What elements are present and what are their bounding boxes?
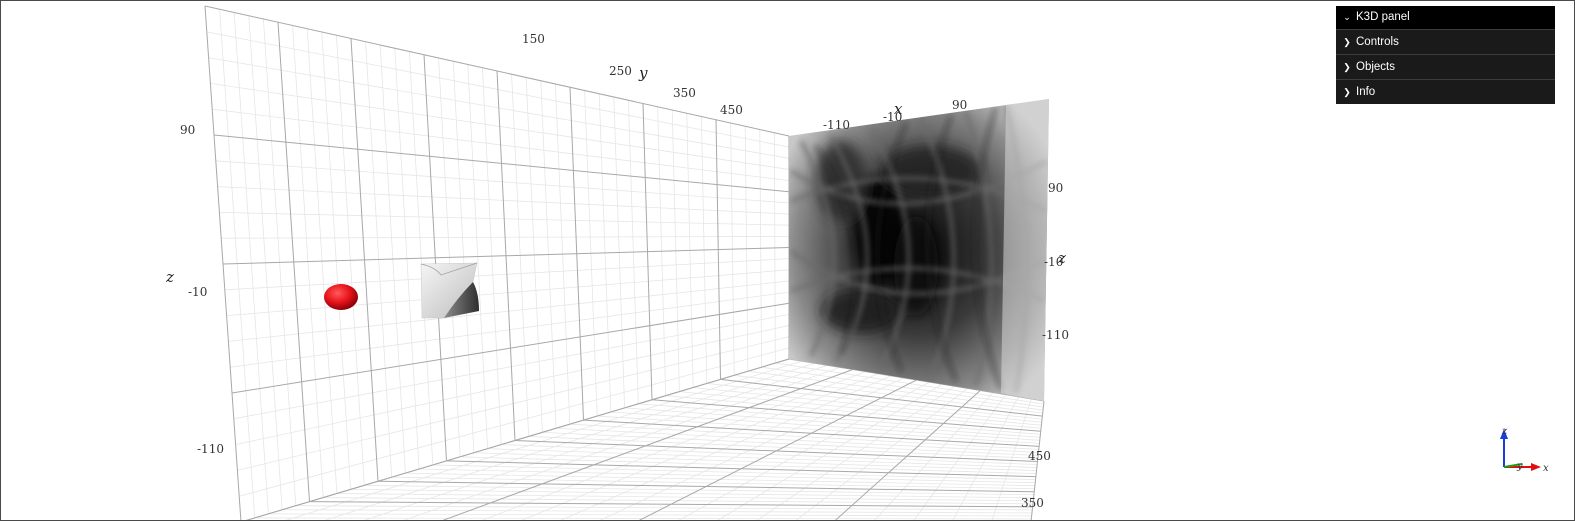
tick-label: -110 — [823, 118, 850, 132]
panel-item-label: Controls — [1356, 36, 1399, 48]
tick-label: 150 — [522, 32, 545, 46]
gizmo-label-z: z — [1501, 426, 1508, 437]
tick-label: 450 — [720, 103, 743, 117]
chevron-right-icon: ❯ — [1343, 62, 1351, 72]
volume-render — [789, 99, 1049, 401]
axis-label-z: z — [165, 268, 174, 286]
orientation-gizmo: z x y — [1500, 426, 1549, 474]
gizmo-label-y: y — [1516, 461, 1523, 472]
chevron-right-icon: ❯ — [1343, 87, 1351, 97]
tick-label: 250 — [609, 64, 632, 78]
panel-item-info[interactable]: ❯ Info — [1336, 80, 1555, 104]
tick-label: 350 — [1021, 496, 1044, 510]
panel-title-label: K3D panel — [1356, 11, 1410, 23]
panel-item-label: Objects — [1356, 61, 1395, 73]
tick-label: 90 — [952, 98, 967, 112]
panel-title[interactable]: ⌄ K3D panel — [1336, 6, 1555, 30]
panel-item-controls[interactable]: ❯ Controls — [1336, 30, 1555, 55]
back-wall-y-ticks: 150 250 350 450 — [522, 32, 743, 117]
red-sphere[interactable] — [324, 284, 358, 310]
chevron-down-icon: ⌄ — [1343, 12, 1351, 22]
tick-label: -110 — [197, 442, 224, 456]
axis-label-y: y — [638, 64, 648, 82]
k3d-panel[interactable]: ⌄ K3D panel ❯ Controls ❯ Objects ❯ Info — [1336, 6, 1555, 104]
axis-label-z-right: z — [1057, 249, 1066, 267]
axis-label-x: x — [894, 100, 903, 118]
chevron-right-icon: ❯ — [1343, 37, 1351, 47]
tick-label: 90 — [1048, 181, 1063, 195]
back-wall-z-ticks: 90 -10 -110 — [180, 123, 224, 456]
tick-label: 450 — [1028, 449, 1051, 463]
tick-label: 90 — [180, 123, 195, 137]
tick-label: -10 — [188, 285, 207, 299]
tick-label: -110 — [1042, 328, 1069, 342]
twisted-cube[interactable] — [420, 262, 479, 319]
gizmo-label-x: x — [1543, 463, 1549, 474]
panel-item-label: Info — [1356, 86, 1376, 98]
k3d-viewport[interactable]: 90 -10 -110 z 150 250 350 450 y -110 -10… — [0, 0, 1575, 521]
panel-item-objects[interactable]: ❯ Objects — [1336, 55, 1555, 80]
tick-label: 350 — [673, 86, 696, 100]
